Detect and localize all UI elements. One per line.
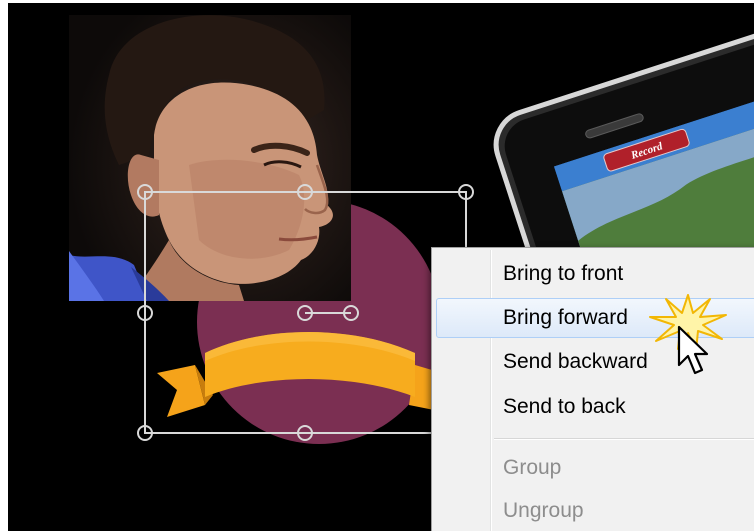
menu-item-label: Bring to front — [503, 262, 624, 285]
menu-item-label: Group — [503, 456, 562, 479]
arrow-cursor-icon — [677, 325, 709, 375]
smartphone-image[interactable]: Record — [460, 23, 754, 263]
menu-item-label: Bring forward — [503, 306, 628, 329]
menu-item-label: Send to back — [503, 395, 626, 418]
menu-item-label: Ungroup — [503, 499, 584, 522]
screenshot-stage: Record Bring to front Bring forward Send… — [0, 0, 754, 531]
editor-canvas[interactable]: Record Bring to front Bring forward Send… — [8, 3, 754, 531]
menu-item-bring-to-front[interactable]: Bring to front — [436, 254, 754, 294]
menu-item-label: Send backward — [503, 350, 648, 373]
context-menu: Bring to front Bring forward Send backwa… — [431, 247, 754, 531]
menu-item-ungroup[interactable]: Ungroup — [436, 491, 754, 531]
menu-separator — [494, 438, 754, 440]
menu-item-send-to-back[interactable]: Send to back — [436, 387, 754, 427]
menu-item-group[interactable]: Group — [436, 448, 754, 488]
